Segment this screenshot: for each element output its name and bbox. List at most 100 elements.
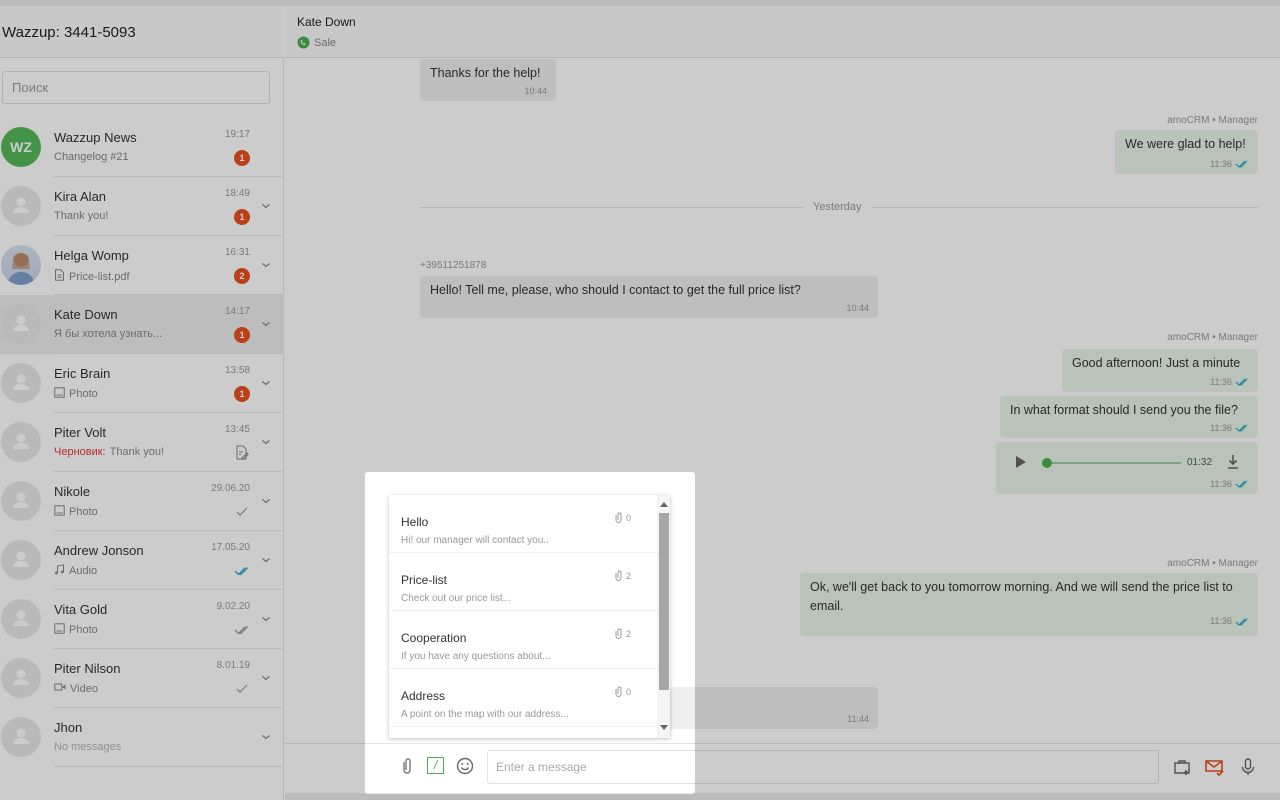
attachment-count: 2 — [615, 570, 631, 581]
draft-label: Черновик: — [54, 446, 106, 458]
template-item[interactable]: Cooperation If you have any questions abo… — [389, 611, 657, 669]
chat-time: 9.02.20 — [216, 601, 250, 612]
avatar — [1, 363, 41, 403]
day-divider-label: Yesterday — [803, 201, 872, 213]
user-icon — [13, 492, 29, 508]
chevron-down-icon[interactable] — [261, 673, 271, 683]
user-icon — [13, 197, 29, 213]
chevron-down-icon[interactable] — [261, 319, 271, 329]
chat-list-item[interactable]: WZ Wazzup News 19:17 Changelog #21 1 — [0, 118, 284, 177]
chevron-down-icon[interactable] — [261, 496, 271, 506]
user-icon — [13, 374, 29, 390]
chat-preview-text: Photo — [69, 506, 98, 518]
scrollbar-thumb[interactable] — [659, 513, 669, 690]
chat-preview-text: No messages — [54, 741, 122, 753]
chat-preview: Thank you! — [54, 210, 108, 222]
user-icon — [13, 433, 29, 449]
message-time: 11:36 — [1210, 423, 1232, 433]
chat-list-item[interactable]: Kate Down 14:17 Я бы хотела узнать... 1 — [0, 295, 284, 354]
template-description: If you have any questions about... — [401, 651, 551, 662]
chat-list-item[interactable]: Andrew Jonson 17.05.20 Audio — [0, 531, 284, 590]
photo-icon — [54, 387, 65, 401]
message-time: 11:44 — [847, 714, 869, 724]
chat-name: Helga Womp — [54, 248, 129, 263]
chat-list-item[interactable]: Eric Brain 13:58 Photo 1 — [0, 354, 284, 413]
audio-progress-track[interactable] — [1047, 462, 1181, 464]
chat-time: 29.06.20 — [211, 483, 250, 494]
avatar — [1, 481, 41, 521]
chat-list-item[interactable]: Piter Nilson 8.01.19 Video — [0, 649, 284, 708]
chevron-down-icon[interactable] — [261, 378, 271, 388]
message-text: Ok, we'll get back to you tomorrow morni… — [810, 580, 1233, 613]
templates-button[interactable]: / — [427, 757, 444, 774]
template-item[interactable]: Hello Hi! our manager will contact you.. 0 — [389, 495, 657, 553]
templates-dropdown: Hello Hi! our manager will contact you.. 0… — [389, 495, 670, 738]
message-incoming: Thanks for the help! 10:44 — [420, 59, 556, 101]
microphone-icon[interactable] — [1238, 757, 1258, 777]
avatar — [1, 599, 41, 639]
template-title: Hello — [401, 515, 429, 529]
mail-check-icon[interactable] — [1204, 757, 1224, 777]
message-time: 11:36 — [1210, 479, 1232, 489]
chat-preview: Я бы хотела узнать... — [54, 328, 162, 340]
chat-list-item[interactable]: Kira Alan 18:49 Thank you! 1 — [0, 177, 284, 236]
chat-preview-text: Thank you! — [54, 210, 109, 222]
channel-name: Sale — [314, 36, 337, 49]
avatar — [1, 186, 41, 226]
attachment-count: 2 — [615, 628, 631, 639]
scroll-down-icon[interactable] — [660, 725, 668, 730]
contact-name[interactable]: Kate Down — [297, 15, 356, 29]
message-text: We were glad to help! — [1125, 137, 1246, 151]
chevron-down-icon[interactable] — [261, 437, 271, 447]
avatar — [1, 304, 41, 344]
double-check-icon — [234, 626, 249, 635]
double-check-icon — [1235, 424, 1248, 432]
chat-name: Eric Brain — [54, 366, 111, 381]
user-icon — [13, 728, 29, 744]
chat-time: 19:17 — [224, 129, 250, 140]
play-icon[interactable] — [1016, 456, 1026, 468]
user-icon — [13, 669, 29, 685]
avatar — [1, 658, 41, 698]
chat-name: Piter Nilson — [54, 661, 121, 676]
sender-label: amoCRM • Manager — [1167, 332, 1258, 343]
unread-badge: 1 — [234, 209, 250, 225]
chat-time: 8.01.19 — [216, 660, 250, 671]
attach-icon[interactable] — [397, 756, 417, 776]
chat-list-item[interactable]: Helga Womp 16:31 Price-list.pdf 2 — [0, 236, 284, 295]
chevron-down-icon[interactable] — [261, 260, 271, 270]
message-text: Hello! Tell me, please, who should I con… — [430, 283, 801, 297]
scroll-up-icon[interactable] — [660, 502, 668, 507]
message-input[interactable] — [487, 750, 1159, 784]
template-description: Hi! our manager will contact you.. — [401, 535, 549, 546]
attachment-count-value: 0 — [625, 512, 631, 523]
chat-time: 16:31 — [224, 247, 250, 258]
whatsapp-icon — [297, 36, 310, 49]
deal-add-icon[interactable] — [1172, 757, 1192, 777]
photo-icon — [54, 505, 65, 519]
emoji-icon[interactable] — [455, 756, 475, 776]
message-outgoing: Ok, we'll get back to you tomorrow morni… — [800, 573, 1258, 636]
chat-preview: Photo — [54, 623, 98, 637]
audio-progress-handle[interactable] — [1042, 458, 1052, 468]
chat-name: Kira Alan — [54, 189, 107, 204]
chat-preview-text: Changelog #21 — [54, 151, 129, 163]
search-input[interactable] — [2, 71, 270, 104]
chat-list-item[interactable]: Nikole 29.06.20 Photo — [0, 472, 284, 531]
chat-list-item[interactable]: Vita Gold 9.02.20 Photo — [0, 590, 284, 649]
unread-badge: 1 — [234, 150, 250, 166]
chevron-down-icon[interactable] — [261, 732, 271, 742]
template-item[interactable]: Address A point on the map with our addre… — [389, 669, 657, 727]
chevron-down-icon[interactable] — [261, 614, 271, 624]
chevron-down-icon[interactable] — [261, 555, 271, 565]
check-icon — [236, 507, 248, 516]
chat-header — [285, 6, 1280, 58]
chat-list-item[interactable]: Piter Volt 13:45 Черновик: Thank you! — [0, 413, 284, 472]
chat-preview-text: Thank you! — [109, 446, 165, 458]
chevron-down-icon[interactable] — [261, 201, 271, 211]
chat-name: Nikole — [54, 484, 91, 499]
chat-list-item[interactable]: Jhon No messages — [0, 708, 284, 767]
template-item[interactable]: Price-list Check out our price list... 2 — [389, 553, 657, 611]
download-icon[interactable] — [1227, 454, 1239, 470]
composer-divider — [285, 743, 1280, 744]
